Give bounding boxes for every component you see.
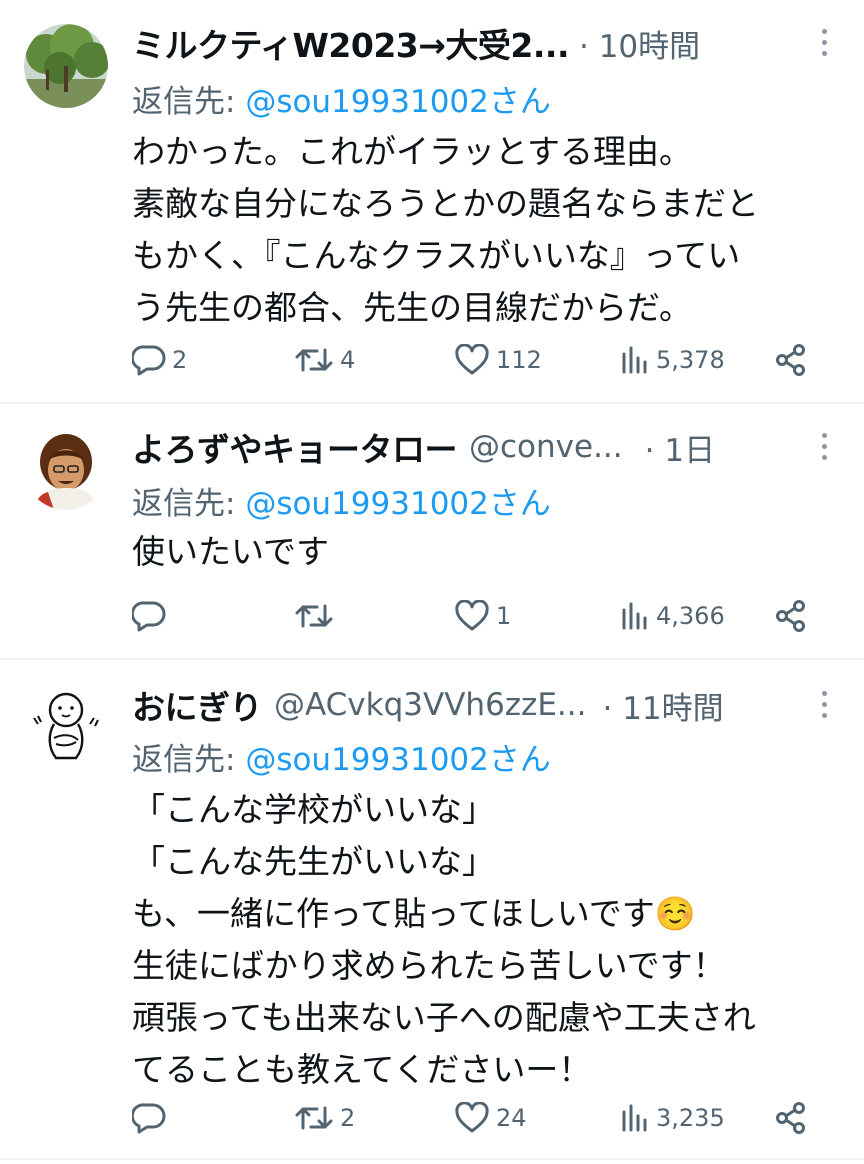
tweet-header: おにぎり @ACvkq3VVh6zzE... · 11時間 [132,682,794,728]
share-button[interactable] [774,340,808,380]
view-count: 5,378 [656,346,725,374]
reply-count: 2 [172,346,188,374]
tweet-text-line: 生徒にばかり求められたら苦しいです！ [132,946,726,985]
reply-button[interactable]: 2 [132,340,187,380]
tweet-text-line: 素敵な自分になろうとかの題名ならまだと [132,184,759,223]
tweet-text-line: う先生の都合、先生の目線だからだ。 [132,288,693,327]
like-icon [455,344,489,375]
retweet-icon [295,348,333,372]
reply-icon [132,1103,166,1134]
like-count: 1 [496,602,512,630]
reply-icon [132,601,166,632]
timestamp[interactable]: · 11時間 [602,683,723,728]
tweet-text-line: 使いたいです [132,532,330,571]
reply-prefix: 返信先: [132,486,246,522]
tweet-2[interactable]: よろずやキョータロー @conve... · 1日 返信先: @sou19931… [0,404,864,660]
tweet-text: 「こんな学校がいいな」 「こんな先生がいいな」 も、一緒に作って貼ってほしいです… [132,784,842,1096]
more-icon[interactable] [814,22,834,62]
views-button[interactable]: 4,366 [620,596,725,636]
more-icon[interactable] [814,684,834,724]
reply-mention-link[interactable]: @sou19931002さん [245,486,551,522]
reply-button[interactable] [132,596,172,636]
action-bar: 2 24 3,235 [132,1098,844,1138]
view-count: 3,235 [656,1104,725,1132]
like-button[interactable]: 112 [454,340,542,380]
views-icon [622,602,647,630]
more-icon[interactable] [814,426,834,466]
view-count: 4,366 [656,602,725,630]
display-name[interactable]: よろずやキョータロー [132,424,458,470]
timestamp[interactable]: · 10時間 [579,21,700,66]
tweet-text-line: 頑張っても出来ない子への配慮や工夫され [132,998,756,1037]
like-button[interactable]: 24 [454,1098,527,1138]
tweet-text: わかった。これがイラッとする理由。 素敵な自分になろうとかの題名ならまだと もか… [132,126,842,334]
tweet-text-line: 「こんな学校がいいな」 [132,790,495,829]
retweet-button[interactable] [294,596,340,636]
display-name[interactable]: ミルクティW2023→大受2... [132,20,570,66]
tweet-1[interactable]: ミルクティW2023→大受2... · 10時間 返信先: @sou199310… [0,0,864,404]
tweet-text-line: もかく、『こんなクラスがいいな』ってい [132,236,741,275]
share-button[interactable] [774,1098,808,1138]
tweet-header: よろずやキョータロー @conve... · 1日 [132,424,794,470]
action-bar: 2 4 112 5,378 [132,340,844,380]
like-count: 24 [496,1104,527,1132]
retweet-count: 2 [340,1104,356,1132]
share-button[interactable] [774,596,808,636]
views-icon [622,346,647,374]
views-icon [622,1104,647,1132]
reply-context: 返信先: @sou19931002さん [132,76,551,121]
retweet-count: 4 [340,346,356,374]
retweet-icon [295,604,333,628]
share-icon [776,344,805,376]
tweet-3[interactable]: おにぎり @ACvkq3VVh6zzE... · 11時間 返信先: @sou1… [0,660,864,1160]
reply-context: 返信先: @sou19931002さん [132,734,551,779]
like-icon [455,600,489,631]
like-button[interactable]: 1 [454,596,511,636]
reply-button[interactable] [132,1098,172,1138]
reply-mention-link[interactable]: @sou19931002さん [245,742,551,778]
share-icon [776,1102,805,1134]
username[interactable]: @conve... [469,429,623,465]
like-icon [455,1102,489,1133]
reply-mention-link[interactable]: @sou19931002さん [245,84,551,120]
tweet-text: 使いたいです [132,526,842,578]
share-icon [776,600,805,632]
retweet-icon [295,1106,333,1130]
reply-prefix: 返信先: [132,84,246,120]
retweet-button[interactable]: 4 [294,340,355,380]
display-name[interactable]: おにぎり [132,682,263,728]
action-bar: 1 4,366 [132,596,844,636]
avatar[interactable] [24,682,108,766]
tweet-text-line: てることも教えてくださいー！ [132,1050,592,1089]
tweet-text-line: 「こんな先生がいいな」 [132,842,495,881]
avatar[interactable] [24,426,108,510]
like-count: 112 [496,346,542,374]
retweet-button[interactable]: 2 [294,1098,355,1138]
avatar[interactable] [24,24,108,108]
timestamp[interactable]: · 1日 [645,425,715,470]
views-button[interactable]: 3,235 [620,1098,725,1138]
tweet-text-line: も、一緒に作って貼ってほしいです☺️ [132,894,696,933]
views-button[interactable]: 5,378 [620,340,725,380]
reply-icon [132,345,166,376]
tweet-header: ミルクティW2023→大受2... · 10時間 [132,20,794,66]
divider [0,1158,864,1160]
reply-context: 返信先: @sou19931002さん [132,478,551,523]
tweet-text-line: わかった。これがイラッとする理由。 [132,132,693,171]
username[interactable]: @ACvkq3VVh6zzE... [274,687,586,723]
reply-prefix: 返信先: [132,742,246,778]
